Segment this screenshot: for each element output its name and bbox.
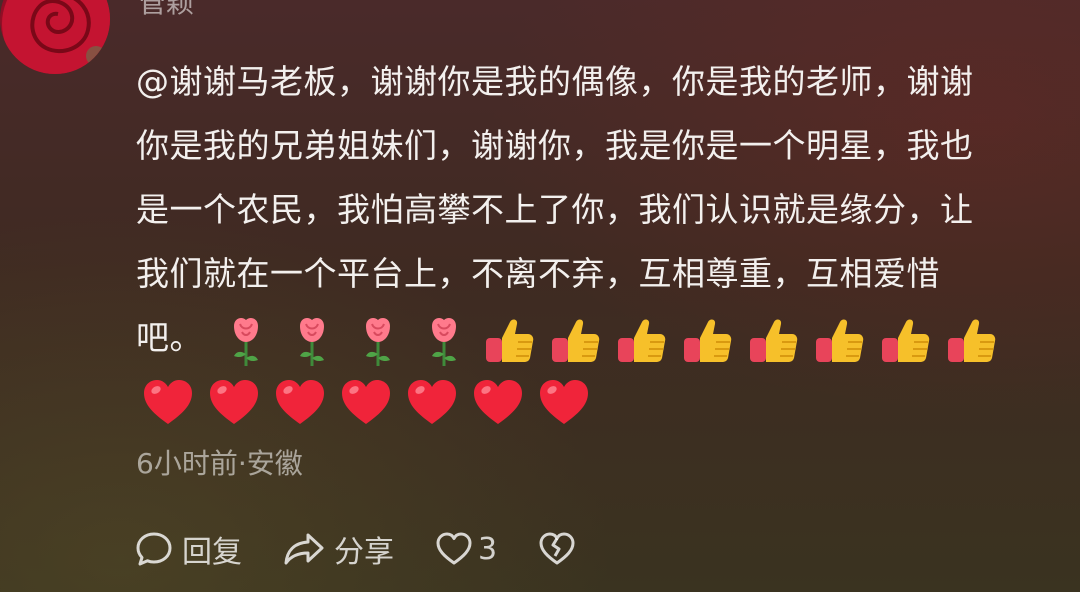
- like-button[interactable]: 3: [434, 529, 497, 569]
- heart-emoji: [536, 374, 592, 430]
- comment-author[interactable]: 管颖: [138, 0, 194, 20]
- comment-line: @谢谢马老板，谢谢你是我的偶像，你是我的老师，谢谢: [136, 62, 974, 101]
- comment-line: 是一个农民，我怕高攀不上了你，我们认识就是缘分，让: [136, 190, 974, 229]
- rose-emoji: [416, 312, 472, 368]
- rose-emoji: [350, 312, 406, 368]
- heart-emoji: [206, 374, 262, 430]
- heart-emoji: [338, 374, 394, 430]
- dislike-button[interactable]: [537, 529, 577, 569]
- comment-actions: 回复 分享 3: [134, 527, 617, 571]
- avatar[interactable]: [0, 0, 110, 74]
- thumbs-up-emoji: [944, 312, 1000, 368]
- thumbs-up-emoji: [548, 312, 604, 368]
- heart-emoji: [140, 374, 196, 430]
- thumbs-up-emoji: [614, 312, 670, 368]
- comment-line: 我们就在一个平台上，不离不弃，互相尊重，互相爱惜: [136, 254, 940, 293]
- heart-emoji: [272, 374, 328, 430]
- comment-time-location: 6小时前·安徽: [136, 447, 303, 480]
- broken-heart-icon: [537, 529, 577, 569]
- share-arrow-icon: [282, 529, 326, 569]
- thumbs-up-emoji: [812, 312, 868, 368]
- reply-button[interactable]: 回复: [134, 527, 242, 571]
- thumbs-up-emoji: [680, 312, 736, 368]
- rose-emoji: [218, 312, 274, 368]
- heart-emoji: [404, 374, 460, 430]
- comment-line: 你是我的兄弟姐妹们，谢谢你，我是你是一个明星，我也: [136, 126, 974, 165]
- chat-bubble-icon: [134, 529, 174, 569]
- reply-label: 回复: [182, 535, 242, 570]
- share-label: 分享: [334, 535, 394, 570]
- rose-emoji: [284, 312, 340, 368]
- emoji-row-roses-thumbs: [218, 310, 1010, 370]
- emoji-row-hearts: [140, 374, 602, 430]
- like-count: 3: [478, 531, 498, 567]
- heart-emoji: [470, 374, 526, 430]
- share-button[interactable]: 分享: [282, 527, 394, 571]
- thumbs-up-emoji: [746, 312, 802, 368]
- thumbs-up-emoji: [482, 312, 538, 368]
- thumbs-up-emoji: [878, 312, 934, 368]
- heart-outline-icon: [434, 529, 474, 569]
